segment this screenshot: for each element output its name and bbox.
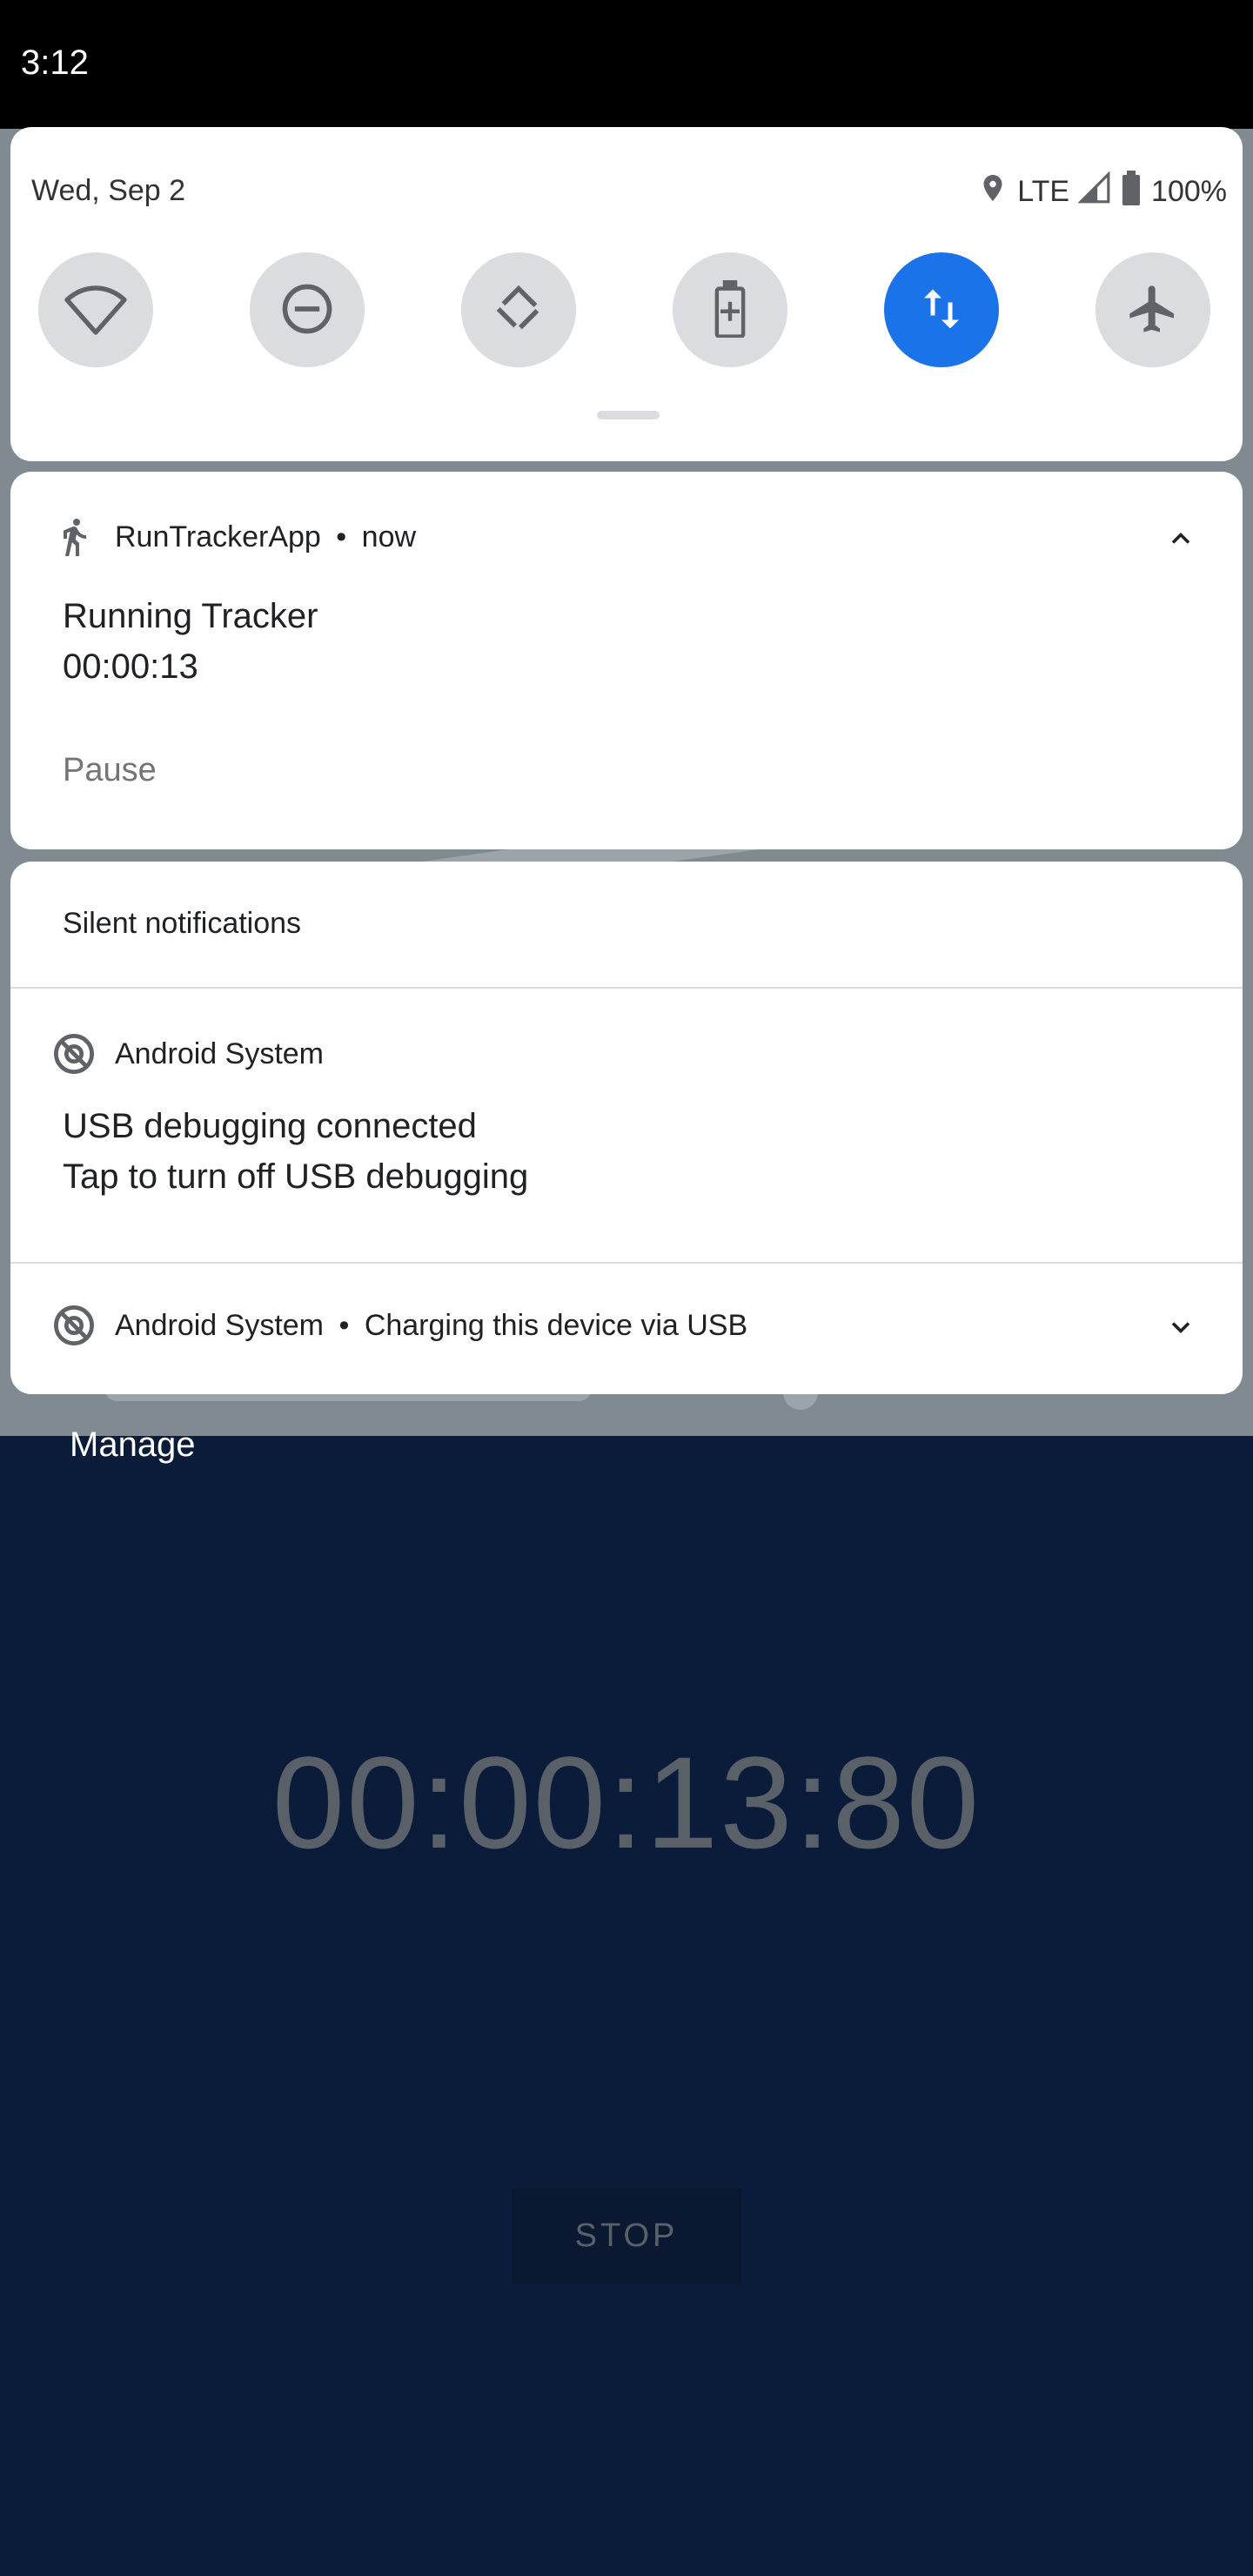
- tracker-time: now: [361, 520, 417, 553]
- tracking-panel: [0, 1436, 1253, 2576]
- pause-action-button[interactable]: Pause: [63, 752, 157, 789]
- mobile-data-icon: [915, 283, 968, 338]
- runner-icon: [50, 513, 97, 560]
- usb-charging-notification[interactable]: Android System • Charging this device vi…: [10, 1264, 1243, 1394]
- silent-notifications-header: Silent notifications: [63, 907, 302, 940]
- qs-status-icons: LTE 100%: [977, 171, 1227, 213]
- do-not-disturb-icon: [278, 279, 337, 341]
- network-type: LTE: [1017, 175, 1070, 208]
- run-timer: 00:00:13:80: [271, 1729, 982, 1875]
- separator-dot: •: [336, 520, 347, 553]
- battery-icon: [1120, 171, 1142, 213]
- silent-notifications-group: Silent notifications Android System USB …: [10, 862, 1243, 1394]
- auto-rotate-tile[interactable]: [461, 252, 576, 367]
- chevron-up-icon[interactable]: [1159, 517, 1203, 560]
- usb-debug-title: USB debugging connected: [63, 1107, 477, 1145]
- battery-percent: 100%: [1151, 175, 1227, 208]
- usb-debugging-notification[interactable]: Android System USB debugging connected T…: [10, 989, 1243, 1253]
- android-system-icon: [50, 1030, 97, 1077]
- tracker-notification[interactable]: RunTrackerApp • now Running Tracker 00:0…: [10, 472, 1243, 849]
- usb-debug-text: Tap to turn off USB debugging: [63, 1157, 529, 1196]
- signal-icon: [1077, 171, 1111, 212]
- status-bar: 3:12: [0, 0, 1253, 129]
- qs-date[interactable]: Wed, Sep 2: [31, 174, 185, 208]
- drag-handle[interactable]: [597, 411, 660, 419]
- dnd-tile[interactable]: [250, 252, 365, 367]
- quick-settings-panel: Wed, Sep 2 LTE 100%: [10, 127, 1243, 461]
- wifi-icon: [64, 278, 127, 343]
- airplane-icon: [1125, 281, 1181, 339]
- usb-charging-app-name: Android System: [115, 1309, 324, 1342]
- tracker-title: Running Tracker: [63, 597, 318, 635]
- usb-debug-app-name: Android System: [115, 1037, 324, 1070]
- tracker-elapsed: 00:00:13: [63, 647, 198, 686]
- status-time: 3:12: [21, 44, 89, 82]
- manage-link[interactable]: Manage: [70, 1426, 196, 1465]
- mobile-data-tile[interactable]: [884, 252, 999, 367]
- android-system-icon: [50, 1302, 97, 1349]
- airplane-mode-tile[interactable]: [1096, 252, 1210, 367]
- battery-saver-tile[interactable]: [673, 252, 787, 367]
- location-icon: [977, 171, 1008, 213]
- auto-rotate-icon: [490, 280, 547, 340]
- wifi-tile[interactable]: [38, 252, 153, 367]
- stop-button[interactable]: STOP: [512, 2188, 741, 2284]
- chevron-down-icon[interactable]: [1159, 1305, 1203, 1349]
- tracker-app-name: RunTrackerApp: [115, 520, 321, 553]
- battery-saver-icon: [713, 279, 747, 340]
- separator-dot: •: [338, 1309, 350, 1342]
- usb-charging-summary: Charging this device via USB: [364, 1309, 748, 1342]
